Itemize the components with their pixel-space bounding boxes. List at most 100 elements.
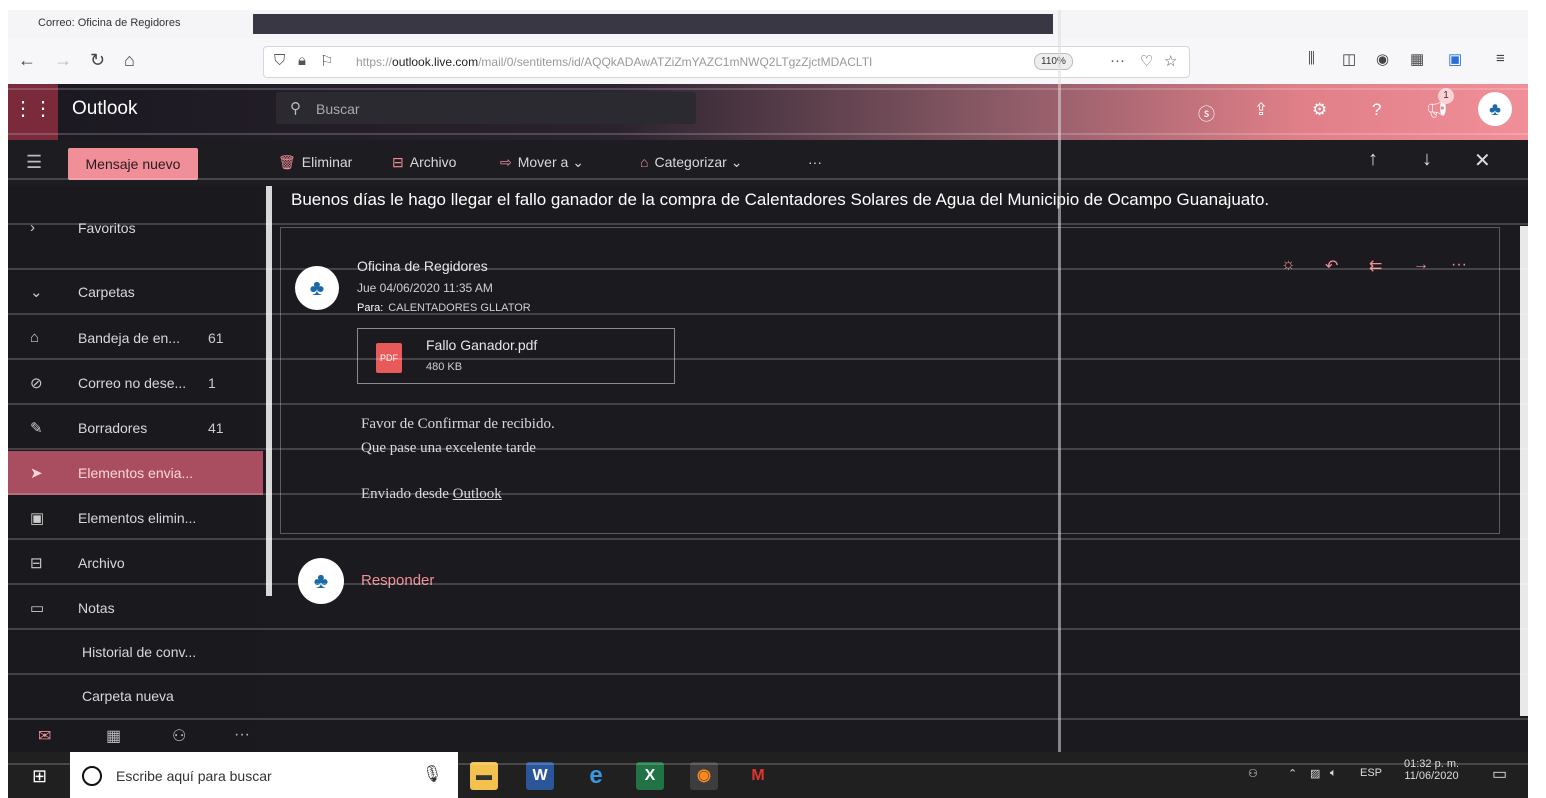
attachment-size: 480 KB: [426, 361, 463, 373]
screenshot-icon[interactable]: ▣: [1448, 50, 1462, 68]
action-center-icon[interactable]: ▭: [1492, 764, 1507, 784]
forward-icon[interactable]: →: [54, 50, 72, 71]
pocket-icon[interactable]: ♡: [1140, 52, 1153, 70]
clock-date: 11/06/2020: [1404, 770, 1459, 782]
more-actions-icon[interactable]: ···: [1451, 256, 1467, 274]
extension-icon[interactable]: ▦: [1410, 50, 1424, 68]
delete-button[interactable]: 🗑︎ Eliminar: [278, 154, 352, 171]
address-bar[interactable]: ⛉ 🔒︎ ⚐ https://outlook.live.com/mail/0/s…: [263, 46, 1190, 78]
message-body-line: Favor de Confirmar de recibido.: [361, 416, 555, 432]
firefox-icon[interactable]: ◉: [690, 762, 718, 790]
recipient[interactable]: CALENTADORES GLLATOR: [388, 302, 530, 314]
settings-gear-icon[interactable]: ⚙: [1312, 100, 1327, 120]
shield-icon: ⛉: [274, 52, 286, 69]
people-icon[interactable]: ⚇: [172, 726, 186, 746]
mcafee-icon[interactable]: M: [744, 762, 772, 790]
tab-title[interactable]: Correo: Oficina de Regidores: [38, 17, 180, 29]
search-icon: ⚲: [290, 100, 301, 117]
reply-button[interactable]: Responder: [361, 572, 434, 589]
pane-splitter[interactable]: [266, 186, 272, 596]
permissions-icon: ⚐: [320, 53, 334, 70]
chevron-up-icon[interactable]: ⌃: [1288, 767, 1297, 780]
move-to-button[interactable]: ⇨ Mover a ⌄: [500, 154, 584, 171]
attachment-card[interactable]: PDF Fallo Ganador.pdf 480 KB: [357, 328, 675, 384]
move-icon: ⇨: [500, 154, 512, 170]
system-clock[interactable]: 01:32 p. m. 11/06/2020: [1404, 758, 1459, 782]
lock-icon: 🔒︎: [298, 52, 306, 69]
sidebar-icon[interactable]: ◫: [1342, 50, 1356, 68]
file-explorer-icon[interactable]: ▬: [470, 762, 498, 790]
folder-pane: › Favoritos ⌄ Carpetas ⌂ Bandeja de en..…: [8, 186, 263, 746]
volume-icon[interactable]: 🔈︎: [1330, 767, 1337, 780]
folders-toggle[interactable]: ⌄ Carpetas: [8, 270, 263, 314]
favorites-toggle[interactable]: › Favoritos: [8, 206, 263, 250]
sidebar-item-deleted[interactable]: ▣ Elementos elimin...: [8, 496, 263, 540]
new-message-button[interactable]: Mensaje nuevo: [68, 148, 198, 180]
mail-icon[interactable]: ✉: [38, 726, 51, 746]
excel-icon[interactable]: X: [636, 762, 664, 790]
zoom-level[interactable]: 110%: [1034, 53, 1073, 70]
previous-message-icon[interactable]: ↑: [1368, 148, 1378, 171]
home-icon[interactable]: ⌂: [124, 50, 135, 71]
sidebar-item-conversation-history[interactable]: Historial de conv...: [8, 630, 263, 674]
microphone-icon[interactable]: 🎙︎: [422, 764, 442, 784]
search-placeholder: Buscar: [316, 101, 360, 117]
pdf-icon: PDF: [376, 343, 402, 373]
sidebar-item-drafts[interactable]: ✎ Borradores 41: [8, 406, 263, 450]
trash-icon: ▣: [30, 510, 45, 527]
message-date: Jue 04/06/2020 11:35 AM: [357, 281, 493, 295]
calendar-share-icon[interactable]: ⇪: [1254, 100, 1268, 120]
help-icon[interactable]: ?: [1372, 100, 1381, 120]
sender-name[interactable]: Oficina de Regidores: [357, 258, 488, 274]
account-icon[interactable]: ◉: [1376, 50, 1389, 68]
sidebar-item-notes[interactable]: ▭ Notas: [8, 586, 263, 630]
outlook-link[interactable]: Outlook: [453, 486, 502, 502]
next-message-icon[interactable]: ↓: [1422, 148, 1432, 171]
more-apps-icon[interactable]: ···: [234, 726, 250, 744]
more-commands-button[interactable]: ···: [808, 154, 822, 170]
drafts-icon: ✎: [30, 420, 43, 437]
page-actions-icon[interactable]: ···: [1110, 52, 1125, 69]
menu-icon[interactable]: ≡: [1496, 50, 1505, 67]
taskbar-search[interactable]: Escribe aquí para buscar 🎙︎: [70, 752, 458, 798]
message-card: ♣ Oficina de Regidores Jue 04/06/2020 11…: [280, 227, 1500, 534]
categorize-button[interactable]: ⌂ Categorizar ⌄: [640, 154, 742, 171]
skype-icon[interactable]: ⓢ: [1198, 100, 1215, 125]
back-icon[interactable]: ←: [18, 50, 36, 71]
archive-icon: ⊟: [30, 555, 43, 572]
word-icon[interactable]: W: [526, 762, 554, 790]
tab-bar: Correo: Oficina de Regidores: [8, 10, 1528, 38]
forward-icon[interactable]: →: [1413, 256, 1429, 274]
sidebar-item-inbox[interactable]: ⌂ Bandeja de en... 61: [8, 316, 263, 360]
people-tray-icon[interactable]: ⚇: [1248, 767, 1258, 780]
reply-icon[interactable]: ↶: [1325, 256, 1338, 276]
sent-icon: ➤: [30, 465, 43, 482]
sidebar-item-new-folder[interactable]: Carpeta nueva: [8, 674, 263, 718]
sidebar-item-archive[interactable]: ⊟ Archivo: [8, 541, 263, 585]
reload-icon[interactable]: ↻: [90, 50, 105, 71]
reading-pane-scrollbar[interactable]: [1520, 226, 1528, 716]
inbox-icon: ⌂: [30, 329, 40, 346]
calendar-icon[interactable]: ▦: [106, 726, 121, 746]
library-icon[interactable]: ⫼: [1308, 50, 1315, 67]
outlook-header: ⋮⋮ Outlook ⚲ Buscar ⓢ ⇪ ⚙ ? 📢︎ 1 ♣: [8, 84, 1528, 140]
user-avatar[interactable]: ♣: [1478, 92, 1512, 126]
sidebar-item-junk[interactable]: ⊘ Correo no dese... 1: [8, 361, 263, 405]
edge-icon[interactable]: e: [582, 762, 610, 790]
language-indicator[interactable]: ESP: [1360, 767, 1382, 779]
archive-button[interactable]: ⊟ Archivo: [392, 154, 456, 171]
cortana-icon: [82, 766, 102, 786]
outlook-brand[interactable]: Outlook: [72, 98, 137, 120]
network-icon[interactable]: ▨: [1310, 767, 1320, 780]
sender-avatar[interactable]: ♣: [295, 266, 339, 310]
sidebar-item-sent[interactable]: ➤ Elementos envia...: [8, 451, 263, 495]
search-box[interactable]: ⚲ Buscar: [276, 92, 696, 124]
reply-all-icon[interactable]: ⇇: [1369, 256, 1382, 276]
bookmark-star-icon[interactable]: ☆: [1164, 52, 1177, 70]
app-launcher-icon[interactable]: ⋮⋮: [8, 84, 58, 140]
url-text[interactable]: https://outlook.live.com/mail/0/sentitem…: [356, 55, 1016, 69]
sun-icon[interactable]: ☼: [1281, 256, 1296, 274]
hamburger-icon[interactable]: ☰: [26, 152, 42, 173]
close-icon[interactable]: ✕: [1474, 148, 1491, 173]
windows-start-icon[interactable]: ⊞: [32, 766, 47, 787]
